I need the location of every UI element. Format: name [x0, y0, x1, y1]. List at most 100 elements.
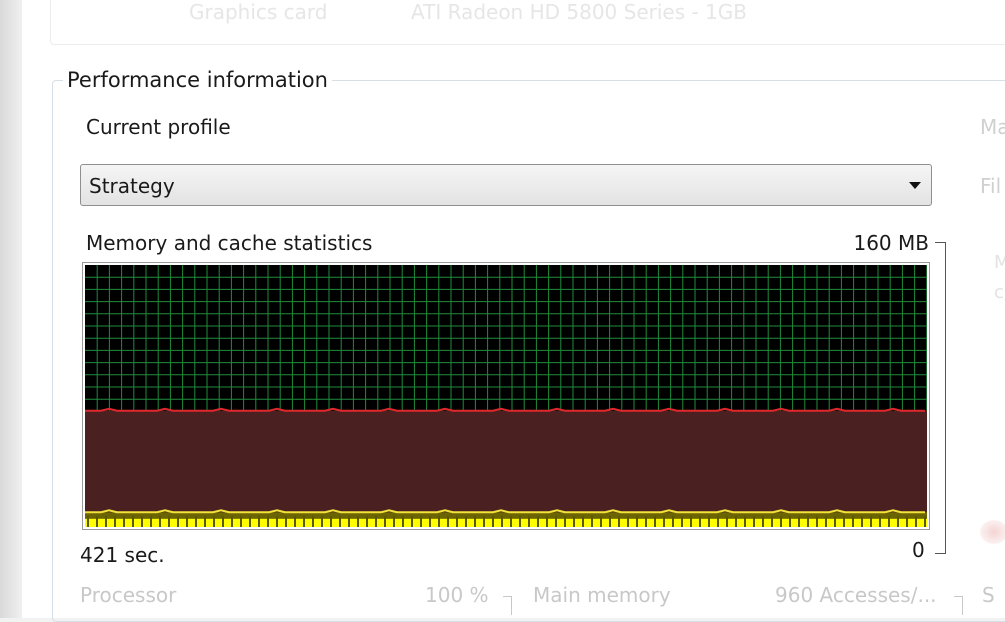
activity-stripe	[861, 515, 863, 527]
activity-stripe	[681, 515, 683, 527]
memory-graph	[82, 262, 930, 530]
memory-graph-canvas	[85, 265, 927, 527]
activity-stripe	[105, 515, 107, 527]
activity-stripe	[888, 515, 890, 527]
activity-stripe	[177, 515, 179, 527]
activity-stripe	[627, 515, 629, 527]
activity-stripe	[762, 515, 764, 527]
activity-stripe	[843, 515, 845, 527]
activity-stripe	[555, 515, 557, 527]
activity-stripe	[132, 515, 134, 527]
activity-stripe	[897, 515, 899, 527]
activity-stripe	[474, 515, 476, 527]
activity-stripe	[546, 515, 548, 527]
activity-stripe	[753, 515, 755, 527]
activity-stripe	[393, 515, 395, 527]
activity-stripe	[492, 515, 494, 527]
activity-stripe	[537, 515, 539, 527]
activity-stripe	[303, 515, 305, 527]
right-column-label-c: M	[994, 252, 1005, 273]
activity-stripe	[501, 515, 503, 527]
activity-stripe	[744, 515, 746, 527]
activity-stripe	[645, 515, 647, 527]
main-memory-bracket	[954, 596, 963, 615]
activity-stripe	[222, 515, 224, 527]
activity-stripe	[465, 515, 467, 527]
activity-stripe	[870, 515, 872, 527]
activity-stripe	[564, 515, 566, 527]
graphics-card-label: Graphics card	[189, 0, 328, 24]
scale-bracket	[935, 242, 946, 554]
activity-stripe	[924, 515, 926, 527]
processor-value: 100 %	[425, 583, 489, 607]
graphics-card-row: Graphics card ATI Radeon HD 5800 Series …	[50, 0, 1005, 45]
activity-stripe	[528, 515, 530, 527]
series-area-2	[85, 518, 927, 527]
activity-stripe	[213, 515, 215, 527]
activity-stripe	[195, 515, 197, 527]
activity-stripe	[231, 515, 233, 527]
right-column-label-b: Fil	[980, 174, 1002, 198]
activity-stripe	[330, 515, 332, 527]
activity-stripe	[825, 515, 827, 527]
activity-stripe	[726, 515, 728, 527]
activity-stripe	[96, 515, 98, 527]
graph-min-label: 0	[912, 538, 925, 562]
activity-stripe	[663, 515, 665, 527]
window-edge-shadow	[0, 0, 22, 618]
activity-stripe	[699, 515, 701, 527]
activity-stripe	[708, 515, 710, 527]
activity-stripe	[483, 515, 485, 527]
activity-stripe	[339, 515, 341, 527]
activity-stripe	[771, 515, 773, 527]
memory-stats-title: Memory and cache statistics	[86, 231, 373, 255]
activity-stripe	[915, 515, 917, 527]
processor-label: Processor	[80, 583, 177, 607]
processor-bracket	[503, 596, 512, 615]
activity-stripe	[240, 515, 242, 527]
activity-stripe	[456, 515, 458, 527]
activity-stripe	[258, 515, 260, 527]
graph-max-label: 160 MB	[853, 231, 929, 255]
activity-stripe	[519, 515, 521, 527]
activity-stripe	[420, 515, 422, 527]
activity-stripe	[618, 515, 620, 527]
activity-stripe	[114, 515, 116, 527]
cut-off-label: S	[982, 583, 995, 607]
series-area-0	[85, 410, 927, 527]
activity-stripe	[438, 515, 440, 527]
activity-stripe	[285, 515, 287, 527]
activity-stripe	[672, 515, 674, 527]
activity-stripe	[735, 515, 737, 527]
current-profile-label: Current profile	[86, 115, 231, 139]
activity-stripe	[267, 515, 269, 527]
activity-stripe	[591, 515, 593, 527]
main-memory-value: 960 Accesses/...	[775, 583, 937, 607]
activity-stripe	[150, 515, 152, 527]
activity-stripe	[780, 515, 782, 527]
profile-dropdown[interactable]: Strategy	[80, 164, 932, 206]
activity-stripe	[294, 515, 296, 527]
graph-time-label: 421 sec.	[80, 543, 165, 567]
activity-stripe	[573, 515, 575, 527]
activity-stripe	[429, 515, 431, 527]
activity-stripe	[402, 515, 404, 527]
activity-stripe	[906, 515, 908, 527]
activity-stripe	[852, 515, 854, 527]
activity-stripe	[654, 515, 656, 527]
activity-stripe	[276, 515, 278, 527]
activity-stripe	[204, 515, 206, 527]
activity-stripe	[357, 515, 359, 527]
activity-stripe	[807, 515, 809, 527]
activity-stripe	[186, 515, 188, 527]
activity-stripe	[600, 515, 602, 527]
right-column-label-d: c	[994, 282, 1004, 303]
activity-stripe	[609, 515, 611, 527]
activity-stripe	[816, 515, 818, 527]
activity-stripe	[168, 515, 170, 527]
activity-stripe	[123, 515, 125, 527]
main-memory-label: Main memory	[533, 583, 671, 607]
activity-stripe	[636, 515, 638, 527]
activity-stripe	[321, 515, 323, 527]
dropdown-arrow-icon[interactable]	[909, 182, 921, 189]
